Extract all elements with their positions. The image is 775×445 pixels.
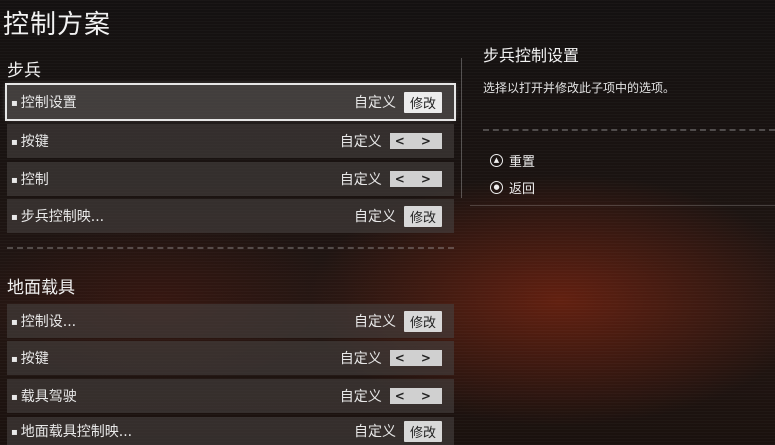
row-ground-driving[interactable]: 载具驾驶 自定义 < > <box>7 379 454 413</box>
section-heading-ground-vehicle: 地面载具 <box>7 278 75 298</box>
row-label: 地面载具控制映... <box>11 421 354 441</box>
hint-back[interactable]: ● 返回 <box>490 178 535 197</box>
left-right-arrows-icon[interactable]: < > <box>389 388 442 404</box>
page-title: 控制方案 <box>3 10 112 40</box>
left-right-arrows-icon[interactable]: < > <box>389 133 442 149</box>
section-divider <box>7 247 454 249</box>
row-ground-keys[interactable]: 按键 自定义 < > <box>7 341 454 375</box>
row-label: 控制设置 <box>11 92 354 112</box>
panel-separator <box>461 58 462 198</box>
edit-button[interactable]: 修改 <box>403 310 442 332</box>
row-value: 自定义 <box>353 424 396 440</box>
row-infantry-control-settings[interactable]: 控制设置 自定义 修改 <box>5 83 456 121</box>
hint-label: 重置 <box>509 155 536 170</box>
edit-button[interactable]: 修改 <box>403 91 442 113</box>
row-value: 自定义 <box>339 134 382 150</box>
row-ground-control-settings[interactable]: 控制设... 自定义 修改 <box>7 304 454 338</box>
info-panel-bottom-border <box>470 205 775 206</box>
row-ground-mapping[interactable]: 地面载具控制映... 自定义 修改 <box>7 417 454 445</box>
info-panel-title: 步兵控制设置 <box>483 46 580 65</box>
edit-button[interactable]: 修改 <box>403 420 442 442</box>
row-value: 自定义 <box>339 172 382 188</box>
edit-button[interactable]: 修改 <box>403 205 442 227</box>
section-heading-infantry: 步兵 <box>7 61 41 81</box>
row-value: 自定义 <box>353 209 396 225</box>
row-label: 控制设... <box>11 311 354 331</box>
info-panel-description: 选择以打开并修改此子项中的选项。 <box>483 81 676 95</box>
row-value: 自定义 <box>339 351 382 367</box>
left-right-arrows-icon[interactable]: < > <box>389 171 442 187</box>
circle-button-icon: ● <box>490 181 503 194</box>
row-label: 按键 <box>11 131 340 151</box>
hint-label: 返回 <box>509 182 536 197</box>
row-label: 载具驾驶 <box>11 386 340 406</box>
row-label: 控制 <box>11 169 340 189</box>
info-panel-divider <box>483 129 775 131</box>
row-label: 步兵控制映... <box>11 206 354 226</box>
row-infantry-controls[interactable]: 控制 自定义 < > <box>7 162 454 196</box>
row-infantry-mapping[interactable]: 步兵控制映... 自定义 修改 <box>7 199 454 233</box>
row-label: 按键 <box>11 348 340 368</box>
hint-reset[interactable]: ▲ 重置 <box>490 151 535 170</box>
row-value: 自定义 <box>353 314 396 330</box>
left-right-arrows-icon[interactable]: < > <box>389 350 442 366</box>
row-infantry-keys[interactable]: 按键 自定义 < > <box>7 124 454 158</box>
row-value: 自定义 <box>353 95 396 111</box>
triangle-button-icon: ▲ <box>490 154 503 167</box>
row-value: 自定义 <box>339 389 382 405</box>
